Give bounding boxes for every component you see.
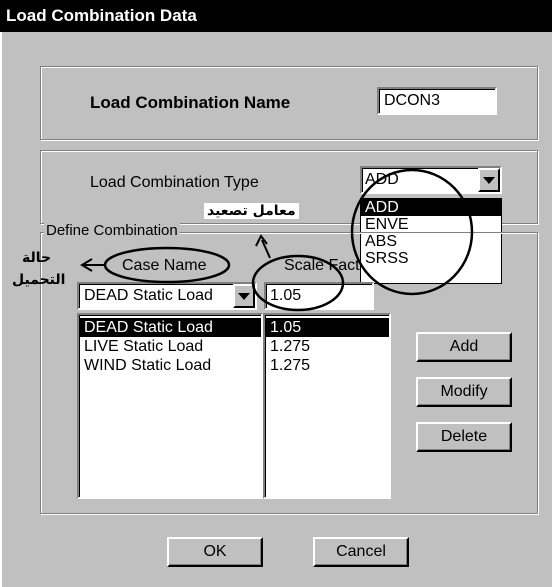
ok-button[interactable]: OK: [167, 537, 263, 567]
chevron-down-icon: [238, 292, 250, 300]
type-option[interactable]: ENVE: [361, 216, 501, 233]
scale-list-item[interactable]: 1.05: [265, 318, 389, 337]
delete-button[interactable]: Delete: [416, 422, 512, 452]
scale-list-item[interactable]: 1.275: [265, 356, 389, 375]
chevron-down-icon: [483, 176, 495, 184]
modify-button[interactable]: Modify: [416, 377, 512, 407]
case-list-item[interactable]: WIND Static Load: [79, 356, 261, 375]
scale-list[interactable]: 1.05 1.275 1.275: [263, 313, 391, 499]
combination-type-label: Load Combination Type: [90, 174, 259, 191]
load-case-annotation-line1: حالة: [22, 250, 52, 266]
scale-factor-input[interactable]: 1.05: [264, 282, 374, 310]
add-button[interactable]: Add: [416, 332, 512, 362]
cancel-button[interactable]: Cancel: [313, 537, 409, 567]
scale-list-item[interactable]: 1.275: [265, 337, 389, 356]
define-combination-legend: Define Combination: [44, 222, 180, 239]
type-dropdown-button[interactable]: [478, 168, 500, 192]
type-option[interactable]: ADD: [361, 199, 501, 216]
combination-name-input[interactable]: DCON3: [377, 87, 497, 115]
load-case-annotation-line2: التحميل: [12, 272, 66, 288]
title-bar: Load Combination Data: [0, 0, 552, 32]
case-list-item[interactable]: LIVE Static Load: [79, 337, 261, 356]
scale-factor-annotation: معامل تصعيد: [204, 203, 299, 219]
case-list[interactable]: DEAD Static Load LIVE Static Load WIND S…: [77, 313, 263, 499]
case-dropdown-button[interactable]: [233, 284, 255, 308]
combination-name-label: Load Combination Name: [90, 93, 291, 112]
case-name-header: Case Name: [122, 257, 207, 274]
case-name-dropdown[interactable]: DEAD Static Load: [77, 282, 257, 310]
scale-factor-header: Scale Fact: [284, 257, 360, 274]
case-list-item[interactable]: DEAD Static Load: [79, 318, 261, 337]
window-title: Load Combination Data: [6, 6, 197, 25]
